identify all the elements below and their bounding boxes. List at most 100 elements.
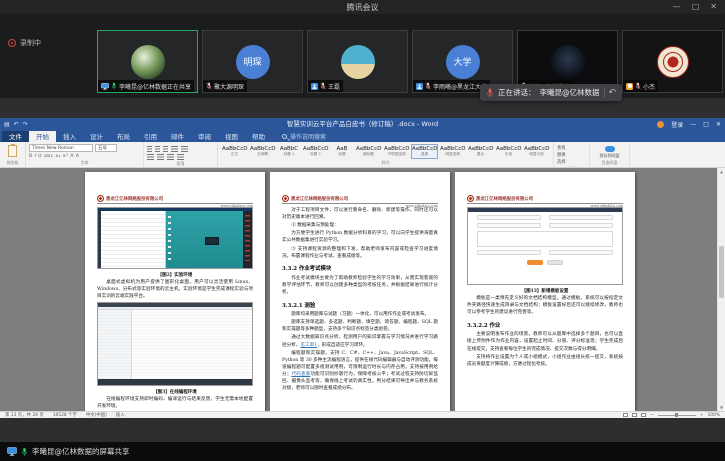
read-mode-icon[interactable]	[623, 413, 628, 417]
participant-name: 李雨曦@黑龙江大学	[433, 82, 487, 91]
zoom-in-icon[interactable]: +	[700, 413, 704, 418]
tab-mailings[interactable]: 邮件	[164, 131, 191, 142]
netdisk-group: 保存到网盘 百度网盘	[590, 142, 630, 167]
style-item[interactable]: AaBbCcD副标题	[355, 144, 382, 159]
paragraph: 桌面式虚拟机为用户提供了图形化桌面，用户可以灵活使用 Linux、Windows…	[97, 279, 253, 300]
style-item[interactable]: AaBbC标题 1	[277, 144, 301, 159]
figure-template-form	[467, 207, 623, 285]
member-icon	[311, 83, 318, 90]
record-icon	[8, 39, 16, 47]
figure-caption: 【图13】新增模板设置	[467, 288, 623, 294]
participant-tile[interactable]: 明琛 聚大源明琛	[202, 30, 303, 93]
document-canvas[interactable]: 黑龙江亿林网络股份有限公司 www.yilindata.com 【图2】实验环境…	[0, 168, 717, 411]
style-item[interactable]: AaBbCcD要点	[467, 144, 494, 159]
style-item[interactable]: AaBbCcD引用	[495, 144, 522, 159]
reply-arrow-icon[interactable]: ↶	[609, 88, 617, 98]
insert-mode[interactable]: 插入	[116, 412, 125, 418]
word-document-title: 智慧实训云平台产品白皮书（修订稿）.docx - Word	[0, 118, 725, 131]
font-name-select[interactable]: Times New Roman	[29, 144, 93, 152]
word-close-button[interactable]: ✕	[716, 121, 721, 128]
font-size-select[interactable]: 五号	[95, 144, 117, 152]
zoom-slider[interactable]	[658, 415, 696, 416]
tell-me-search[interactable]: 操作说明搜索	[282, 131, 326, 142]
company-name: 黑龙江亿林网络股份有限公司	[106, 196, 163, 202]
paragraph-group: 段落	[144, 142, 218, 167]
participant-strip: 录制中 李曦昆@亿林数据正在共享 明琛 聚大源明琛 王磊	[0, 14, 725, 98]
tab-view[interactable]: 视图	[218, 131, 245, 142]
font-group: Times New Roman 五号 B I U abc x₂ x² A A 字…	[26, 142, 144, 167]
hyperlink[interactable]: 见工单1	[300, 343, 317, 348]
tab-design[interactable]: 设计	[83, 131, 110, 142]
tab-file[interactable]: 文件	[2, 131, 29, 142]
paragraph: 在线编程环境支持即时编码、编译运行与结果反馈，学生无需本地配置开发环境。	[97, 396, 253, 410]
hyperlink[interactable]: 代码查重	[291, 372, 310, 377]
page-count[interactable]: 第 13 页，共 28 页	[5, 412, 44, 418]
close-button[interactable]: ✕	[710, 0, 717, 14]
speaking-mic-icon	[486, 88, 494, 98]
avatar-video	[551, 45, 585, 79]
print-layout-icon[interactable]	[632, 413, 637, 417]
style-item-selected[interactable]: AaBbCcD强调	[411, 144, 438, 159]
find-button[interactable]: 查找	[557, 145, 586, 151]
page-header: 黑龙江亿林网络股份有限公司 www.yilindata.com	[467, 194, 623, 204]
tooltip-divider	[604, 88, 605, 98]
tab-help[interactable]: 帮助	[245, 131, 272, 142]
style-item[interactable]: AaBbCcD无间隔	[249, 144, 276, 159]
mic-muted-icon	[425, 82, 431, 90]
style-item[interactable]: AaBbCcD明显强调	[439, 144, 466, 159]
scroll-down-icon[interactable]: ▼	[718, 405, 725, 410]
vertical-scrollbar[interactable]: ▲ ▼	[717, 168, 725, 411]
scrollbar-thumb[interactable]	[719, 246, 724, 298]
language[interactable]: 中文(中国)	[86, 412, 107, 418]
speaking-name: 李曦昆@亿林数据	[540, 87, 600, 98]
web-layout-icon[interactable]	[641, 413, 646, 417]
avatar-initials: 明琛	[236, 45, 270, 79]
word-titlebar: ▤ ↶ ↷ 智慧实训云平台产品白皮书（修订稿）.docx - Word 登录 —…	[0, 118, 725, 131]
tab-home[interactable]: 开始	[29, 131, 56, 142]
mic-muted-icon	[320, 82, 326, 90]
section-heading: 3.3.2.2 作业	[467, 321, 623, 329]
share-banner-text: 李曦昆@亿林数据的屏幕共享	[32, 446, 130, 457]
tab-references[interactable]: 引用	[137, 131, 164, 142]
style-item[interactable]: AaBbCcD明显引用	[523, 144, 550, 159]
login-button[interactable]: 登录	[671, 120, 683, 129]
style-item[interactable]: AaBbCcD标题 2	[302, 144, 329, 159]
style-item[interactable]: AaBbCcD正文	[221, 144, 248, 159]
replace-button[interactable]: 替换	[557, 152, 586, 158]
word-maximize-button[interactable]: □	[703, 121, 709, 128]
minimize-button[interactable]: —	[673, 0, 681, 14]
list-icons[interactable]	[147, 146, 214, 152]
save-icon[interactable]: ▤	[4, 121, 10, 128]
video-tiles: 李曦昆@亿林数据正在共享 明琛 聚大源明琛 王磊 大学	[97, 30, 723, 93]
word-count[interactable]: 16528 个字	[53, 412, 77, 418]
participant-label: 王磊	[308, 80, 343, 92]
paragraph-with-link: 编程题和实操题，支持 C、C#、C++、Java、JavaScript、SQL、…	[282, 350, 438, 393]
maximize-button[interactable]: □	[692, 0, 700, 14]
tab-insert[interactable]: 插入	[56, 131, 83, 142]
participant-tile-sharing[interactable]: 李曦昆@亿林数据正在共享	[97, 30, 198, 93]
mic-muted-icon	[635, 82, 641, 90]
screen-share-icon	[101, 83, 109, 90]
style-item[interactable]: AaBbCcD不明显强调	[383, 144, 410, 159]
participant-tile[interactable]: 小杰	[622, 30, 723, 93]
ribbon-tabs: 文件 开始 插入 设计 布局 引用 邮件 审阅 视图 帮助 操作说明搜索	[0, 131, 725, 142]
window-controls: — □ ✕	[673, 0, 717, 14]
redo-icon[interactable]: ↷	[23, 121, 28, 128]
paste-icon[interactable]	[8, 145, 17, 157]
scroll-up-icon[interactable]: ▲	[718, 169, 725, 174]
participant-name: 王磊	[328, 82, 340, 91]
tab-review[interactable]: 审阅	[191, 131, 218, 142]
zoom-level[interactable]: 100%	[707, 413, 720, 418]
netdisk-cloud-icon[interactable]	[605, 146, 615, 152]
recording-label: 录制中	[20, 38, 41, 48]
style-item[interactable]: AaB标题	[330, 144, 354, 159]
paragraph: 作业考试模块主要为了帮助教师检验学生的学习效果，从而实现客观的教学评估环节。教师…	[282, 275, 438, 296]
zoom-out-icon[interactable]: −	[650, 413, 654, 418]
undo-icon[interactable]: ↶	[14, 121, 19, 128]
shared-word-window: ▤ ↶ ↷ 智慧实训云平台产品白皮书（修订稿）.docx - Word 登录 —…	[0, 118, 725, 418]
participant-tile[interactable]: 王磊	[307, 30, 408, 93]
zoom-slider-knob[interactable]	[675, 413, 678, 417]
word-titlebar-right: 登录 — □ ✕	[657, 118, 721, 131]
tab-layout[interactable]: 布局	[110, 131, 137, 142]
word-minimize-button[interactable]: —	[690, 121, 696, 128]
